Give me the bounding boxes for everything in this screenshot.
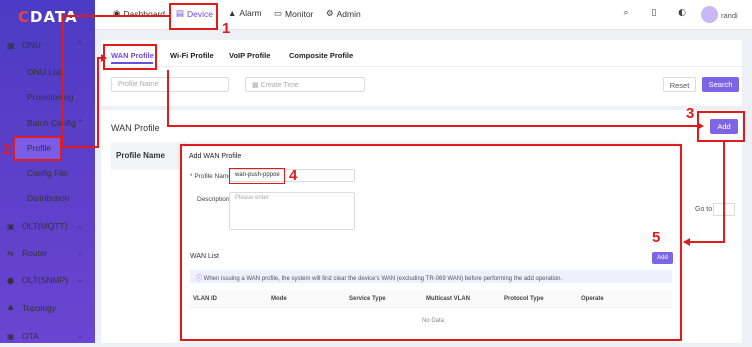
sidebar-icon: ▣ [7,331,15,341]
annotation-line [62,146,99,148]
annotation-number-5: 5 [652,229,661,246]
sidebar-item-distribution[interactable]: Distribution [0,187,95,209]
annotation-line [62,15,64,148]
sidebar-item-label: Topology [22,303,57,313]
profile-name-filter[interactable]: Profile Name [111,77,229,92]
sidebar-item-label: OLT(MQTT) [22,221,68,231]
sidebar-item-label: Distribution [27,193,70,203]
sidebar-item-provisioning[interactable]: Provisioning [0,86,95,108]
reset-button[interactable]: Reset [663,77,696,92]
sidebar-item-label: Batch Config [27,118,76,128]
tab-composite-profile[interactable]: Composite Profile [289,51,353,60]
sidebar-item-label: OTA [22,331,39,341]
annotation-number-4: 4 [289,167,298,184]
sidebar-icon: ▣ [7,221,15,231]
sidebar-icon: ⇆ [7,248,14,258]
sidebar-item-topology[interactable]: ♣ Topology [0,297,95,319]
sidebar-item-label: Router [22,248,48,258]
sidebar-icon: ♣ [7,303,15,313]
calendar-icon: ▦ [252,82,261,89]
chevron-icon: ⌄ [77,332,83,340]
dashboard-icon: ◉ [113,8,121,18]
annotation-number-2: 2 [3,141,12,158]
monitor-icon: ▭ [274,8,283,18]
nav-monitor[interactable]: ▭ Monitor [274,8,313,19]
sidebar-item-olt-mqtt[interactable]: ▣ OLT(MQTT) ⌄ [0,215,95,237]
annotation-line [723,142,725,243]
nav-admin[interactable]: ⚙ Admin [326,8,361,19]
sidebar-item-label: OLT(SNMP) [22,275,69,285]
nav-dashboard[interactable]: ◉ Dashboard [113,8,165,19]
sidebar-item-label: Config File [27,168,68,178]
alarm-icon: ▲ [228,8,237,18]
sidebar-icon: ● [7,275,14,285]
sidebar-item-config-file[interactable]: Config File [0,162,95,184]
annotation-line [167,125,697,127]
annotation-line [97,57,99,147]
sidebar-item-label: Provisioning [27,92,74,102]
chevron-icon: ^ [77,41,83,49]
search-icon[interactable]: ⌕ [619,8,633,22]
annotation-box-profile [13,136,62,161]
arrow-head [101,54,107,62]
sidebar-item-label: ONU List [27,67,62,77]
sidebar-item-label: ONU [22,40,41,50]
cdata-logo: CDATA [18,8,78,26]
annotation-line [167,70,169,126]
phone-icon[interactable]: ▯ [647,8,661,22]
annotation-line [62,15,169,17]
sidebar-item-batch-config[interactable]: Batch Config ^ [0,112,95,134]
sidebar-item-ota[interactable]: ▣ OTA ⌄ [0,325,95,347]
annotation-box-wan-tab [103,44,157,70]
search-button[interactable]: Search [702,77,739,92]
annotation-box-add [697,111,745,142]
tab-wifi-profile[interactable]: Wi-Fi Profile [170,51,214,60]
section-title: WAN Profile [111,123,160,133]
annotation-number-3: 3 [686,105,695,122]
sidebar-item-olt-snmp[interactable]: ● OLT(SNMP) ⌄ [0,269,95,291]
chevron-icon: ^ [77,119,83,127]
goto-label: Go to [695,206,713,213]
annotation-number-1: 1 [222,20,231,37]
chevron-icon: ⌄ [77,276,83,284]
chevron-icon: ⌄ [77,249,83,257]
arrow-head [697,122,704,130]
tab-voip-profile[interactable]: VoIP Profile [229,51,270,60]
annotation-box-profile-name [229,168,285,184]
sidebar-item-onu[interactable]: ▦ ONU ^ [0,34,95,56]
avatar[interactable] [701,6,718,23]
nav-alarm[interactable]: ▲ Alarm [228,8,262,18]
theme-icon[interactable]: ◐ [675,8,689,22]
create-time-filter[interactable]: ▦ Create Time [245,77,365,92]
annotation-box-device [169,3,218,30]
chevron-icon: ⌄ [77,222,83,230]
column-profile-name: Profile Name [111,142,187,170]
sidebar-item-onu-list[interactable]: ONU List [0,61,95,83]
sidebar-item-router[interactable]: ⇆ Router ⌄ [0,242,95,264]
arrow-head [683,238,690,246]
user-name[interactable]: randi [721,11,738,20]
gear-icon: ⚙ [326,8,334,18]
sidebar-icon: ▦ [7,40,15,50]
annotation-line [684,241,725,243]
